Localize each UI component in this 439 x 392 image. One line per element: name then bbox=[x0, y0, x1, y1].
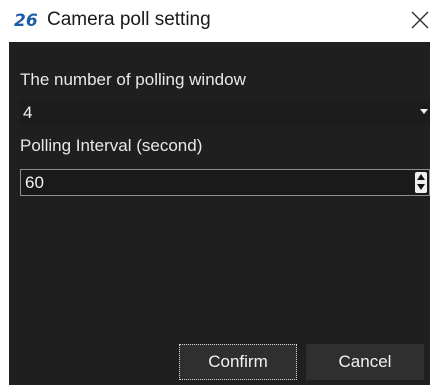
chevron-down-icon[interactable] bbox=[420, 109, 428, 114]
polling-window-select[interactable]: 4 bbox=[20, 100, 430, 125]
polling-window-value: 4 bbox=[23, 103, 33, 122]
app-logo-icon: 26 bbox=[14, 10, 44, 31]
polling-interval-spinbox[interactable]: 60 bbox=[20, 169, 430, 196]
dialog-body: The number of polling window 4 Polling I… bbox=[9, 42, 430, 385]
polling-interval-value: 60 bbox=[25, 173, 44, 192]
spin-buttons[interactable] bbox=[415, 172, 427, 193]
window-titlebar: 26 Camera poll setting bbox=[0, 0, 439, 42]
window-title: Camera poll setting bbox=[47, 9, 211, 30]
close-button[interactable] bbox=[404, 4, 436, 36]
cancel-button[interactable]: Cancel bbox=[306, 344, 424, 380]
spin-up-icon[interactable] bbox=[417, 174, 425, 180]
polling-window-label: The number of polling window bbox=[20, 70, 246, 89]
spin-down-icon[interactable] bbox=[417, 184, 425, 190]
window-bottom-border bbox=[0, 385, 439, 392]
app-logo-graphic: 26 bbox=[14, 11, 38, 31]
app-logo-text: 26 bbox=[14, 11, 38, 30]
close-icon bbox=[411, 11, 429, 29]
polling-interval-label: Polling Interval (second) bbox=[20, 136, 203, 155]
confirm-button[interactable]: Confirm bbox=[179, 344, 297, 380]
